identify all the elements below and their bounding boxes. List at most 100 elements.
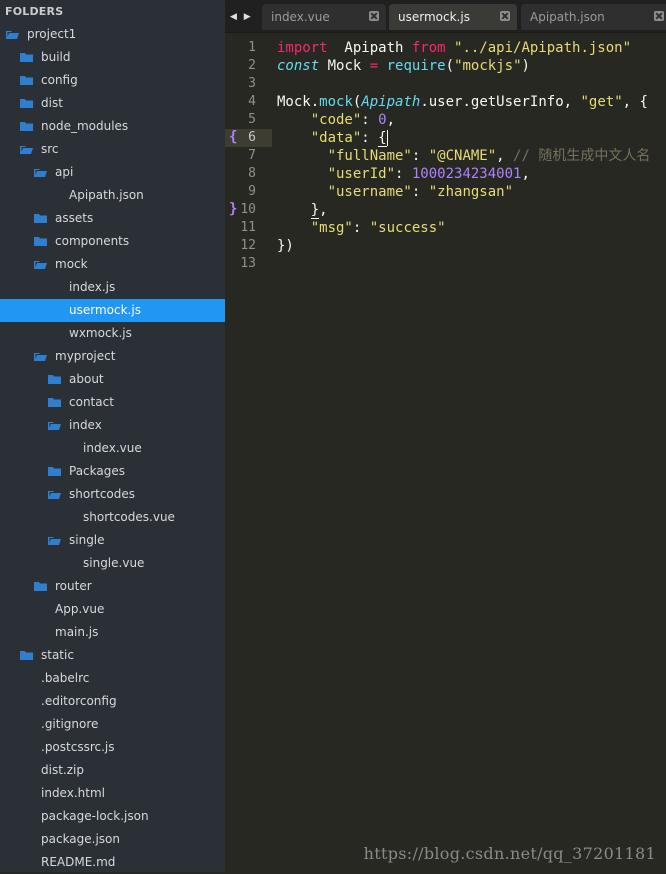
code-token: } <box>310 202 320 219</box>
code-text: "fullName": "@CNAME", // 随机生成中文人名 <box>277 147 651 165</box>
tree-item-label: contact <box>69 395 114 409</box>
code-text: }, <box>277 201 328 219</box>
line-number: 5 <box>248 112 256 127</box>
close-tab-icon[interactable] <box>654 11 664 21</box>
tree-file[interactable]: wxmock.js <box>0 322 225 345</box>
folder-icon <box>34 582 47 591</box>
close-tab-icon[interactable] <box>369 11 379 21</box>
code-token: = <box>369 58 379 74</box>
fold-marker-icon[interactable]: { <box>229 129 237 145</box>
tree-file[interactable]: Apipath.json <box>0 184 225 207</box>
tree-file[interactable]: main.js <box>0 621 225 644</box>
tree-file[interactable]: shortcodes.vue <box>0 506 225 529</box>
tree-file[interactable]: package-lock.json <box>0 805 225 828</box>
code-token: Mock <box>319 58 370 74</box>
tree-folder[interactable]: myproject <box>0 345 225 368</box>
tree-file[interactable]: single.vue <box>0 552 225 575</box>
code-token: "@CNAME" <box>428 148 497 164</box>
code-token: require <box>386 58 446 74</box>
tree-folder[interactable]: src <box>0 138 225 161</box>
code-token: import <box>277 40 328 56</box>
folder-open-icon <box>20 146 33 154</box>
tree-folder[interactable]: static <box>0 644 225 667</box>
code-text: "code": 0, <box>277 111 395 129</box>
tree-folder[interactable]: mock <box>0 253 225 276</box>
tree-file[interactable]: package.json <box>0 828 225 851</box>
tree-file[interactable]: index.html <box>0 782 225 805</box>
tree-file[interactable]: .gitignore <box>0 713 225 736</box>
tree-folder[interactable]: contact <box>0 391 225 414</box>
tree-folder[interactable]: router <box>0 575 225 598</box>
tree-file[interactable]: .babelrc <box>0 667 225 690</box>
tree-item-label: shortcodes.vue <box>83 510 175 524</box>
code-line[interactable]: 11 "msg": "success" <box>225 219 666 237</box>
code-token: , <box>319 202 328 218</box>
code-line[interactable]: 1 import Apipath from "../api/Apipath.jso… <box>225 39 666 57</box>
tree-item-label: index <box>69 418 102 432</box>
code-editor[interactable]: 1 import Apipath from "../api/Apipath.jso… <box>225 33 666 872</box>
code-line[interactable]: 2 const Mock = require("mockjs") <box>225 57 666 75</box>
code-line[interactable]: 12}) <box>225 237 666 255</box>
tree-file[interactable]: .postcssrc.js <box>0 736 225 759</box>
tree-folder[interactable]: single <box>0 529 225 552</box>
close-tab-icon[interactable] <box>500 11 510 21</box>
tree-item-label: config <box>41 73 78 87</box>
tree-folder[interactable]: api <box>0 161 225 184</box>
tree-file[interactable]: usermock.js <box>0 299 225 322</box>
tree-folder[interactable]: index <box>0 414 225 437</box>
tab-file[interactable]: index.vue <box>262 4 386 30</box>
code-token: "get" <box>580 94 623 110</box>
line-number: 13 <box>240 256 256 271</box>
tree-folder[interactable]: components <box>0 230 225 253</box>
code-line[interactable]: 13 <box>225 255 666 273</box>
tree-file[interactable]: App.vue <box>0 598 225 621</box>
line-number: 7 <box>248 148 256 163</box>
code-line[interactable]: 10 }, <box>225 201 666 219</box>
folder-open-icon <box>48 537 61 545</box>
tree-folder[interactable]: shortcodes <box>0 483 225 506</box>
code-token: , <box>496 148 514 164</box>
fold-marker-icon[interactable]: } <box>229 201 237 217</box>
folder-icon <box>34 237 47 246</box>
tab-nav-arrows-icon[interactable]: ◀ ▶ <box>230 12 253 22</box>
tree-folder[interactable]: project1 <box>0 23 225 46</box>
tree-file[interactable]: dist.zip <box>0 759 225 782</box>
tree-file[interactable]: .editorconfig <box>0 690 225 713</box>
tree-item-label: index.html <box>41 786 105 800</box>
folder-icon <box>20 122 33 131</box>
file-tree: project1 build config dist node_modules src ap… <box>0 23 225 874</box>
tree-folder[interactable]: assets <box>0 207 225 230</box>
code-token: "userId" <box>327 166 396 182</box>
line-number: 3 <box>248 76 256 91</box>
tree-file[interactable]: index.js <box>0 276 225 299</box>
code-line[interactable]: 8 "userId": 1000234234001, <box>225 165 666 183</box>
code-token: "mockjs" <box>454 58 522 74</box>
folder-icon <box>34 214 47 223</box>
code-token: }) <box>277 238 294 254</box>
folder-icon <box>20 99 33 108</box>
tree-folder[interactable]: build <box>0 46 225 69</box>
tree-folder[interactable]: Packages <box>0 460 225 483</box>
code-line[interactable]: 9 "username": "zhangsan" <box>225 183 666 201</box>
code-line[interactable]: 6 "data": { <box>225 129 666 147</box>
code-line[interactable]: 3 <box>225 75 666 93</box>
tree-folder[interactable]: node_modules <box>0 115 225 138</box>
tree-folder[interactable]: about <box>0 368 225 391</box>
line-number: 9 <box>248 184 256 199</box>
tree-file[interactable]: README.md <box>0 851 225 874</box>
tab-file[interactable]: usermock.js <box>389 4 517 30</box>
tree-item-label: .postcssrc.js <box>41 740 115 754</box>
tab-file[interactable]: Apipath.json <box>521 4 666 30</box>
tree-file[interactable]: index.vue <box>0 437 225 460</box>
tree-folder[interactable]: config <box>0 69 225 92</box>
code-line[interactable]: 4 Mock.mock(Apipath.user.getUserInfo, "ge… <box>225 93 666 111</box>
code-line[interactable]: 7 "fullName": "@CNAME", // 随机生成中文人名 <box>225 147 666 165</box>
tree-item-label: Packages <box>69 464 125 478</box>
tree-folder[interactable]: dist <box>0 92 225 115</box>
code-token: 0 <box>378 112 387 128</box>
code-line[interactable]: 5 "code": 0, <box>225 111 666 129</box>
code-token: : <box>395 166 412 182</box>
